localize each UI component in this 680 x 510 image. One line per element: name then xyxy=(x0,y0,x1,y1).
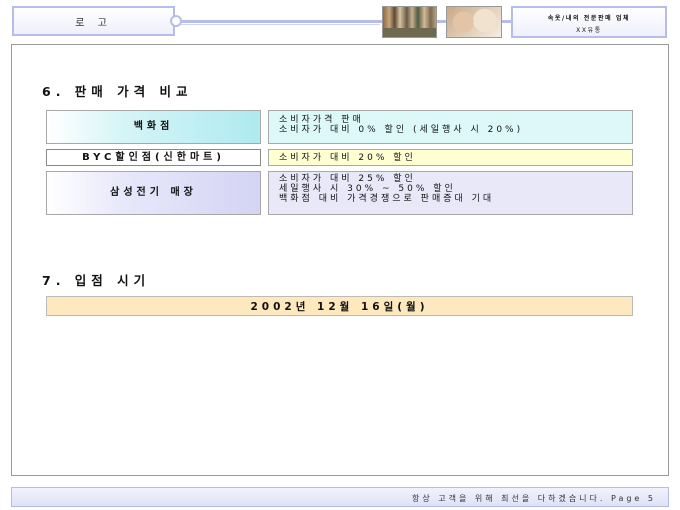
price-row-label-samsung-store: 삼성전기 매장 xyxy=(46,171,261,215)
company-title-box: 속옷/내의 전문판매 업체 XX유통 xyxy=(511,6,667,38)
logo-box: 로 고 xyxy=(12,6,175,36)
price-line: 소비자가 대비 0% 할인 (세일행사 시 20%) xyxy=(279,125,524,135)
price-row-label-department-store: 백화점 xyxy=(46,110,261,144)
price-line: 소비자가격 판매 xyxy=(279,115,364,125)
price-row-value-samsung-store: 소비자가 대비 25% 할인 세일행사 시 30% ~ 50% 할인 백화점 대… xyxy=(268,171,633,215)
couple-photo xyxy=(446,6,502,38)
header-dot xyxy=(170,15,182,27)
section7-title: 7. 입점 시기 xyxy=(42,273,151,288)
company-name: XX유통 xyxy=(576,27,602,34)
price-line: 소비자가 대비 20% 할인 xyxy=(279,153,416,163)
footer-text: 항상 고객을 위해 최선을 다하겠습니다. Page 5 xyxy=(411,494,656,503)
price-row-label-discount-store: BYC할인점(신한마트) xyxy=(46,149,261,166)
content-frame xyxy=(11,44,669,476)
price-row-value-department-store: 소비자가격 판매 소비자가 대비 0% 할인 (세일행사 시 20%) xyxy=(268,110,633,144)
footer: 항상 고객을 위해 최선을 다하겠습니다. Page 5 xyxy=(11,487,669,507)
price-line: 소비자가 대비 25% 할인 xyxy=(279,174,416,184)
price-line: 세일행사 시 30% ~ 50% 할인 xyxy=(279,184,456,194)
company-description: 속옷/내의 전문판매 업체 xyxy=(547,15,631,22)
header-divider-thin xyxy=(175,24,380,25)
price-row-value-discount-store: 소비자가 대비 20% 할인 xyxy=(268,149,633,166)
logo-text: 로 고 xyxy=(75,17,112,29)
group-photo xyxy=(382,6,437,38)
section6-title: 6. 판매 가격 비교 xyxy=(42,84,193,99)
price-line: 백화점 대비 가격경쟁으로 판매증대 기대 xyxy=(279,194,495,204)
opening-date: 2002년 12월 16일(월) xyxy=(46,296,633,316)
